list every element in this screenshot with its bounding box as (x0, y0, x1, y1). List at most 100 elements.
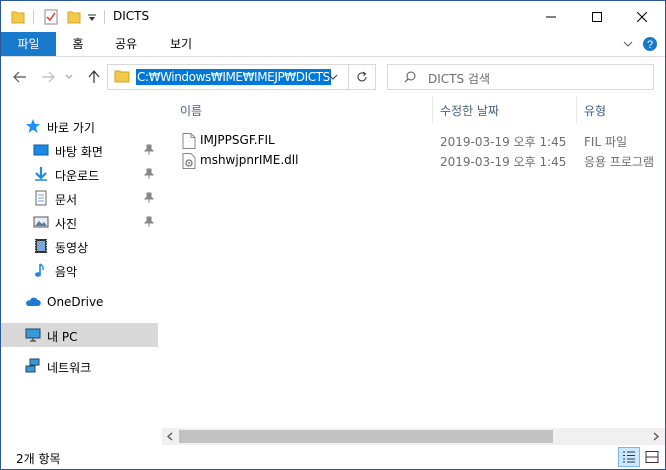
scroll-left-icon[interactable] (166, 432, 174, 441)
properties-icon[interactable] (43, 9, 59, 25)
new-folder-icon[interactable] (67, 9, 81, 25)
nav-item-network[interactable]: 네트워크 (1, 354, 158, 378)
document-icon (35, 190, 47, 206)
maximize-icon (592, 12, 602, 22)
tab-share[interactable]: 공유 (101, 32, 151, 56)
tab-file[interactable]: 파일 (1, 32, 56, 56)
back-button[interactable] (11, 68, 29, 86)
address-path[interactable]: C:₩Windows₩IME₩IMEJP₩DICTS (136, 69, 331, 85)
close-button[interactable] (619, 2, 665, 32)
file-row[interactable]: mshwjpnrIME.dll 2019-03-19 오후 1:45 응용 프로… (180, 150, 654, 172)
tab-home[interactable]: 홈 (61, 32, 95, 56)
dll-icon (182, 153, 196, 169)
nav-item-onedrive[interactable]: OneDrive (1, 290, 158, 314)
large-icons-view-button[interactable] (642, 448, 662, 466)
file-name: mshwjpnrIME.dll (200, 153, 299, 167)
forward-button[interactable] (39, 68, 57, 86)
address-bar[interactable]: C:₩Windows₩IME₩IMEJP₩DICTS (107, 64, 349, 90)
nav-item-music[interactable]: 음악 (1, 258, 158, 282)
file-list: 이름 수정한 날짜 유형 IMJPPSGF.FIL 2019-03-19 오후 … (162, 97, 665, 441)
status-bar: 2개 항목 (1, 445, 665, 468)
star-icon (26, 119, 40, 133)
pin-icon[interactable] (144, 144, 154, 156)
video-icon (35, 239, 47, 253)
computer-icon (25, 328, 41, 342)
tab-view[interactable]: 보기 (156, 32, 206, 56)
nav-label: 동영상 (55, 241, 89, 255)
nav-item-downloads[interactable]: 다운로드 (1, 162, 158, 186)
nav-label: 다운로드 (55, 169, 100, 183)
nav-label: 문서 (55, 193, 78, 207)
customize-quick-access-icon[interactable] (87, 9, 97, 25)
forward-arrow-icon (42, 71, 55, 83)
file-type: 응용 프로그램 (584, 155, 655, 169)
large-icons-view-icon (645, 451, 659, 463)
refresh-icon (357, 71, 367, 82)
maximize-button[interactable] (574, 2, 620, 32)
navigation-pane: 바로 가기 바탕 화면 다운로드 문서 사진 동영상 음악 OneDrive 내… (1, 97, 159, 441)
column-divider[interactable] (432, 97, 433, 123)
chevron-down-icon[interactable] (328, 74, 338, 80)
minimize-button[interactable] (528, 2, 574, 32)
column-header-date[interactable]: 수정한 날짜 (440, 102, 499, 119)
cloud-icon (26, 297, 41, 306)
nav-quick-access[interactable]: 바로 가기 (1, 114, 158, 138)
pictures-icon (33, 216, 49, 228)
nav-label: OneDrive (47, 295, 104, 309)
details-view-button[interactable] (618, 447, 640, 467)
music-icon (35, 263, 44, 277)
back-arrow-icon (13, 71, 26, 83)
minimize-icon (546, 16, 556, 18)
network-icon (25, 358, 40, 373)
svg-text:?: ? (647, 39, 653, 51)
ribbon: 파일 홈 공유 보기 ? (1, 32, 665, 57)
file-date: 2019-03-19 오후 1:45 (440, 155, 567, 169)
close-icon (637, 12, 647, 22)
file-row[interactable]: IMJPPSGF.FIL 2019-03-19 오후 1:45 FIL 파일 (180, 130, 650, 152)
search-box[interactable]: DICTS 검색 (387, 64, 654, 90)
scroll-right-icon[interactable] (652, 432, 660, 441)
search-input[interactable]: DICTS 검색 (428, 70, 490, 87)
scrollbar-thumb[interactable] (179, 430, 553, 443)
desktop-icon (33, 144, 49, 156)
title-bar: DICTS (1, 1, 665, 32)
nav-item-videos[interactable]: 동영상 (1, 234, 158, 258)
folder-icon (114, 70, 130, 83)
column-header-name[interactable]: 이름 (180, 102, 202, 119)
nav-label: 바탕 화면 (55, 145, 103, 159)
up-arrow-icon (88, 70, 100, 83)
up-button[interactable] (85, 68, 103, 86)
nav-item-documents[interactable]: 문서 (1, 186, 158, 210)
nav-label: 바로 가기 (47, 121, 95, 135)
column-header-type[interactable]: 유형 (584, 102, 606, 119)
pin-icon[interactable] (144, 192, 154, 204)
nav-label: 음악 (55, 265, 78, 279)
nav-label: 네트워크 (47, 361, 92, 375)
nav-label: 사진 (55, 217, 78, 231)
nav-label: 내 PC (47, 330, 78, 344)
help-icon[interactable]: ? (642, 36, 658, 52)
recent-locations-button[interactable] (63, 68, 75, 86)
file-type: FIL 파일 (584, 135, 628, 149)
window-title: DICTS (113, 9, 150, 23)
address-row: C:₩Windows₩IME₩IMEJP₩DICTS DICTS 검색 (1, 57, 665, 97)
download-icon (35, 167, 47, 181)
divider (33, 10, 34, 24)
file-name: IMJPPSGF.FIL (200, 133, 275, 147)
nav-item-pictures[interactable]: 사진 (1, 210, 158, 234)
details-view-icon (623, 451, 635, 463)
refresh-button[interactable] (349, 64, 376, 90)
nav-item-desktop[interactable]: 바탕 화면 (1, 138, 158, 162)
search-icon (404, 71, 416, 83)
file-icon (182, 133, 196, 149)
pin-icon[interactable] (144, 216, 154, 228)
pin-icon[interactable] (144, 168, 154, 180)
expand-ribbon-icon[interactable] (622, 39, 634, 49)
folder-icon (11, 11, 25, 24)
nav-item-this-pc[interactable]: 내 PC (1, 323, 158, 347)
file-date: 2019-03-19 오후 1:45 (440, 135, 567, 149)
horizontal-scrollbar[interactable] (162, 428, 665, 445)
divider (104, 10, 105, 24)
column-divider[interactable] (576, 97, 577, 123)
item-count: 2개 항목 (16, 452, 61, 466)
